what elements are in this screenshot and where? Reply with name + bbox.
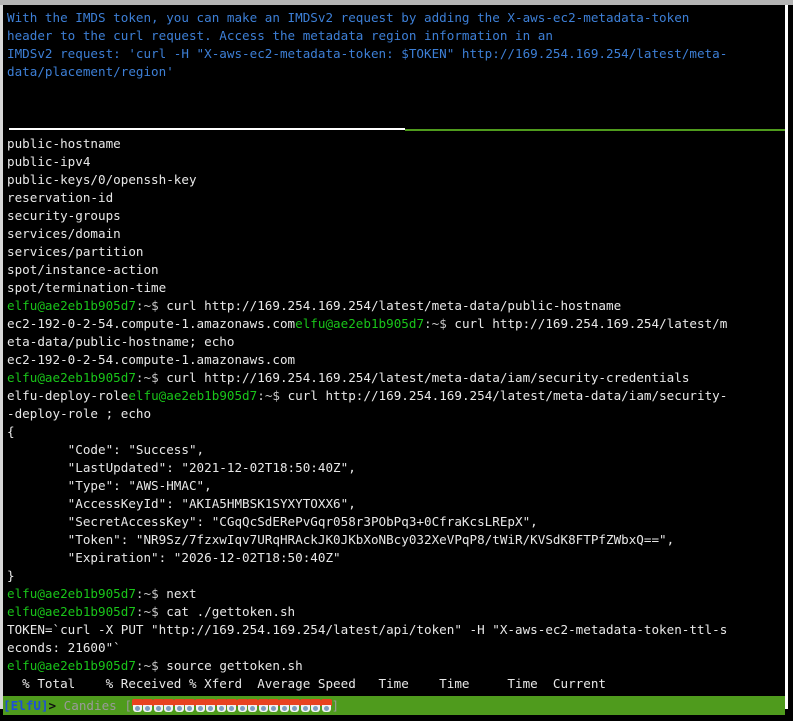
candy-cane-icon — [205, 699, 217, 712]
json-field-token: "Token": "NR9Sz/7fzxwIqv7URqHRAckJK0JKbX… — [7, 532, 675, 547]
candy-cane-icon — [268, 699, 280, 712]
command-text: cat ./gettoken.sh — [158, 604, 296, 619]
candy-cane-icon — [310, 699, 322, 712]
candy-cane-icon — [194, 699, 206, 712]
status-bar-host: [ElfU] — [3, 698, 49, 713]
command-text: source gettoken.sh — [158, 658, 303, 673]
candy-cane-icon — [236, 699, 248, 712]
candy-cane-icon — [131, 699, 143, 712]
candy-cane-icon — [152, 699, 164, 712]
window-bottom-edge — [0, 715, 793, 721]
spacer-line-1 — [7, 81, 785, 99]
prompt-user-host: elfu@ae2eb1b905d7 — [128, 388, 258, 403]
prompt-user-host: elfu@ae2eb1b905d7 — [7, 586, 136, 601]
terminal-screen[interactable]: With the IMDS token, you can make an IMD… — [3, 5, 785, 709]
candy-cane-icon — [299, 699, 311, 712]
json-open-brace: { — [7, 424, 15, 439]
candy-cane-icon — [257, 699, 269, 712]
prompt-sigil: :~$ — [257, 388, 280, 403]
json-field-secretaccesskey: "SecretAccessKey": "CGqQcSdERePvGqr058r3… — [7, 514, 538, 529]
prompt-sigil: :~$ — [424, 316, 447, 331]
candy-cane-icon — [289, 699, 301, 712]
command-text: next — [158, 586, 197, 601]
metadata-item: public-hostname — [7, 136, 121, 151]
status-bar-arrow: > — [48, 698, 57, 713]
command-wrap-line: -deploy-role ; echo — [7, 406, 152, 421]
prompt-sigil: :~$ — [135, 586, 159, 601]
prompt-user-host: elfu@ae2eb1b905d7 — [295, 316, 425, 331]
output-and-command-line: elfu-deploy-roleelfu@ae2eb1b905d7:~$ cur… — [7, 387, 785, 405]
command-line: elfu@ae2eb1b905d7:~$ cat ./gettoken.sh — [7, 603, 785, 621]
spacer-line-2 — [7, 99, 785, 117]
terminal-screen-frame: With the IMDS token, you can make an IMD… — [0, 5, 788, 709]
metadata-item: spot/instance-action — [7, 262, 159, 277]
script-content-line: TOKEN=`curl -X PUT "http://169.254.169.2… — [7, 622, 728, 637]
output-and-command-line: ec2-192-0-2-54.compute-1.amazonaws.comel… — [7, 315, 785, 333]
candy-cane-icon — [173, 699, 185, 712]
candy-cane-icon — [320, 699, 332, 712]
prompt-user-host: elfu@ae2eb1b905d7 — [7, 604, 136, 619]
command-text: curl http://169.254.169.254/latest/m — [446, 316, 728, 331]
command-text: curl http://169.254.169.254/latest/meta-… — [279, 388, 728, 403]
intro-line-2: header to the curl request. Access the m… — [7, 28, 553, 43]
divider-white-segment — [9, 128, 405, 130]
json-close-brace: } — [7, 568, 15, 583]
json-field-code: "Code": "Success", — [7, 442, 205, 457]
status-bar-bracket-open: [ — [124, 698, 132, 713]
candy-cane-icon — [278, 699, 290, 712]
json-field-expiration: "Expiration": "2026-12-02T18:50:40Z" — [7, 550, 341, 565]
command-line: elfu@ae2eb1b905d7:~$ source gettoken.sh — [7, 657, 785, 675]
prompt-user-host: elfu@ae2eb1b905d7 — [7, 298, 136, 313]
json-field-lastupdated: "LastUpdated": "2021-12-02T18:50:40Z", — [7, 460, 356, 475]
intro-line-3: IMDSv2 request: 'curl -H "X-aws-ec2-meta… — [7, 46, 728, 61]
prompt-sigil: :~$ — [135, 604, 159, 619]
candy-counter — [131, 698, 332, 713]
json-field-type: "Type": "AWS-HMAC", — [7, 478, 212, 493]
command-text: curl http://169.254.169.254/latest/meta-… — [158, 370, 690, 385]
metadata-item: public-ipv4 — [7, 154, 91, 169]
command-line: elfu@ae2eb1b905d7:~$ curl http://169.254… — [7, 297, 785, 315]
prompt-sigil: :~$ — [135, 370, 159, 385]
candy-cane-icon — [247, 699, 259, 712]
status-bar-bracket-close: ] — [331, 698, 340, 713]
curl-progress-header-row-1: % Total % Received % Xferd Average Speed… — [7, 676, 606, 691]
intro-line-4: data/placement/region' — [7, 64, 174, 79]
script-content-wrap-line: econds: 21600"` — [7, 640, 121, 655]
command-line: elfu@ae2eb1b905d7:~$ curl http://169.254… — [7, 369, 785, 387]
candy-cane-icon — [163, 699, 175, 712]
command-wrap-line: eta-data/public-hostname; echo — [7, 334, 235, 349]
command-output: elfu-deploy-role — [7, 388, 129, 403]
metadata-item: services/domain — [7, 226, 121, 241]
candy-cane-icon — [226, 699, 238, 712]
status-bar: [ElfU]> Candies [] — [3, 696, 785, 715]
intro-line-1: With the IMDS token, you can make an IMD… — [7, 10, 690, 25]
command-line: elfu@ae2eb1b905d7:~$ next — [7, 585, 785, 603]
divider-green-segment — [405, 129, 785, 131]
candy-cane-icon — [184, 699, 196, 712]
metadata-item: spot/termination-time — [7, 280, 167, 295]
terminal-window: With the IMDS token, you can make an IMD… — [0, 0, 793, 721]
command-output: ec2-192-0-2-54.compute-1.amazonaws.com — [7, 316, 296, 331]
candy-cane-icon — [142, 699, 154, 712]
prompt-sigil: :~$ — [135, 658, 159, 673]
status-bar-label: Candies — [56, 698, 125, 713]
prompt-user-host: elfu@ae2eb1b905d7 — [7, 370, 136, 385]
candy-cane-icon — [215, 699, 227, 712]
metadata-item: public-keys/0/openssh-key — [7, 172, 197, 187]
metadata-item: security-groups — [7, 208, 121, 223]
metadata-item: services/partition — [7, 244, 144, 259]
command-text: curl http://169.254.169.254/latest/meta-… — [158, 298, 622, 313]
metadata-item: reservation-id — [7, 190, 114, 205]
json-field-accesskeyid: "AccessKeyId": "AKIA5HMBSK1SYXYTOXX6", — [7, 496, 356, 511]
command-output: ec2-192-0-2-54.compute-1.amazonaws.com — [7, 352, 296, 367]
horizontal-divider — [7, 117, 785, 135]
prompt-user-host: elfu@ae2eb1b905d7 — [7, 658, 136, 673]
prompt-sigil: :~$ — [135, 298, 159, 313]
